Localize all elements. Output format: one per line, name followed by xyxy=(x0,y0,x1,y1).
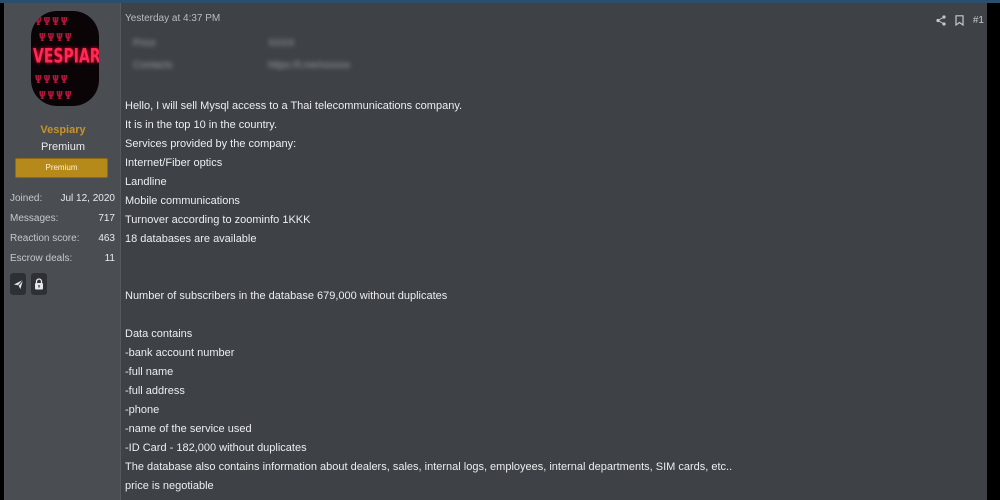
telegram-button[interactable] xyxy=(10,273,26,295)
avatar[interactable]: ΨΨΨΨ ΨΨΨΨ VESPIAR ΨΨΨΨ ΨΨΨΨ xyxy=(31,11,99,106)
post-line: Number of subscribers in the database 67… xyxy=(125,290,448,302)
hidden-label: Contacts xyxy=(133,60,173,71)
hidden-contacts-row: Contacts https://t.me/xxxxxx xyxy=(133,60,373,82)
stat-reaction-score: Reaction score: 463 xyxy=(10,232,115,252)
post-line: The database also contains information a… xyxy=(125,461,733,473)
stat-value: Jul 12, 2020 xyxy=(60,193,116,204)
avatar-logo-text: VESPIAR xyxy=(33,45,99,69)
post-line: Hello, I will sell Mysql access to a Tha… xyxy=(125,100,463,112)
stat-escrow-deals: Escrow deals: 11 xyxy=(10,252,115,272)
avatar-pattern: ΨΨΨΨ xyxy=(39,31,74,44)
user-info-panel: ΨΨΨΨ ΨΨΨΨ VESPIAR ΨΨΨΨ ΨΨΨΨ Vespiary Pre… xyxy=(5,3,121,500)
hidden-info-block: Price XXXX Contacts https://t.me/xxxxxx xyxy=(133,38,373,78)
post-line: Internet/Fiber optics xyxy=(125,157,223,169)
post-line: Data contains xyxy=(125,328,193,340)
stat-messages: Messages: 717 xyxy=(10,212,115,232)
post-line: -bank account number xyxy=(125,347,235,359)
telegram-icon xyxy=(13,279,23,289)
post-number-link[interactable]: #1 xyxy=(973,15,984,26)
post-line: -full address xyxy=(125,385,185,397)
post-actions: #1 xyxy=(936,15,984,26)
stat-label: Reaction score: xyxy=(10,233,80,244)
hidden-value: XXXX xyxy=(268,38,295,49)
post-line: Turnover according to zoominfo 1KKK xyxy=(125,214,311,226)
user-title: Premium xyxy=(40,141,85,153)
lock-button[interactable] xyxy=(31,273,47,295)
post-line: Mobile communications xyxy=(125,195,240,207)
post-timestamp-link[interactable]: Yesterday at 4:37 PM xyxy=(125,13,220,24)
post-line: -full name xyxy=(125,366,174,378)
stat-value: 717 xyxy=(98,213,115,224)
post-content: Yesterday at 4:37 PM #1 Price XXXX Conta… xyxy=(125,3,988,500)
premium-badge: Premium xyxy=(15,158,108,178)
hidden-price-row: Price XXXX xyxy=(133,38,373,60)
post-line: It is in the top 10 in the country. xyxy=(125,119,278,131)
stat-joined: Joined: Jul 12, 2020 xyxy=(10,192,115,212)
bookmark-icon[interactable] xyxy=(955,15,964,26)
stat-label: Messages: xyxy=(10,213,59,224)
stat-value: 463 xyxy=(98,233,115,244)
avatar-pattern: ΨΨΨΨ xyxy=(39,89,74,102)
username-link[interactable]: Vespiary xyxy=(5,124,121,136)
lock-icon xyxy=(35,278,43,290)
forum-post: ΨΨΨΨ ΨΨΨΨ VESPIAR ΨΨΨΨ ΨΨΨΨ Vespiary Pre… xyxy=(4,3,987,500)
post-line: -phone xyxy=(125,404,160,416)
avatar-pattern: ΨΨΨΨ xyxy=(35,73,70,86)
post-line: 18 databases are available xyxy=(125,233,257,245)
hidden-value: https://t.me/xxxxxx xyxy=(268,60,351,71)
stat-label: Joined: xyxy=(10,193,43,204)
avatar-pattern: ΨΨΨΨ xyxy=(35,15,70,28)
post-line: price is negotiable xyxy=(125,480,214,492)
share-icon[interactable] xyxy=(936,15,946,26)
post-line: -name of the service used xyxy=(125,423,252,435)
stat-label: Escrow deals: xyxy=(10,253,73,264)
post-line: Landline xyxy=(125,176,167,188)
post-line: -ID Card - 182,000 without duplicates xyxy=(125,442,307,454)
hidden-label: Price xyxy=(133,38,156,49)
user-stats: Joined: Jul 12, 2020 Messages: 717 React… xyxy=(10,192,115,272)
post-body: Hello, I will sell Mysql access to a Tha… xyxy=(125,97,965,496)
post-line: Services provided by the company: xyxy=(125,138,297,150)
stat-value: 11 xyxy=(104,253,115,264)
